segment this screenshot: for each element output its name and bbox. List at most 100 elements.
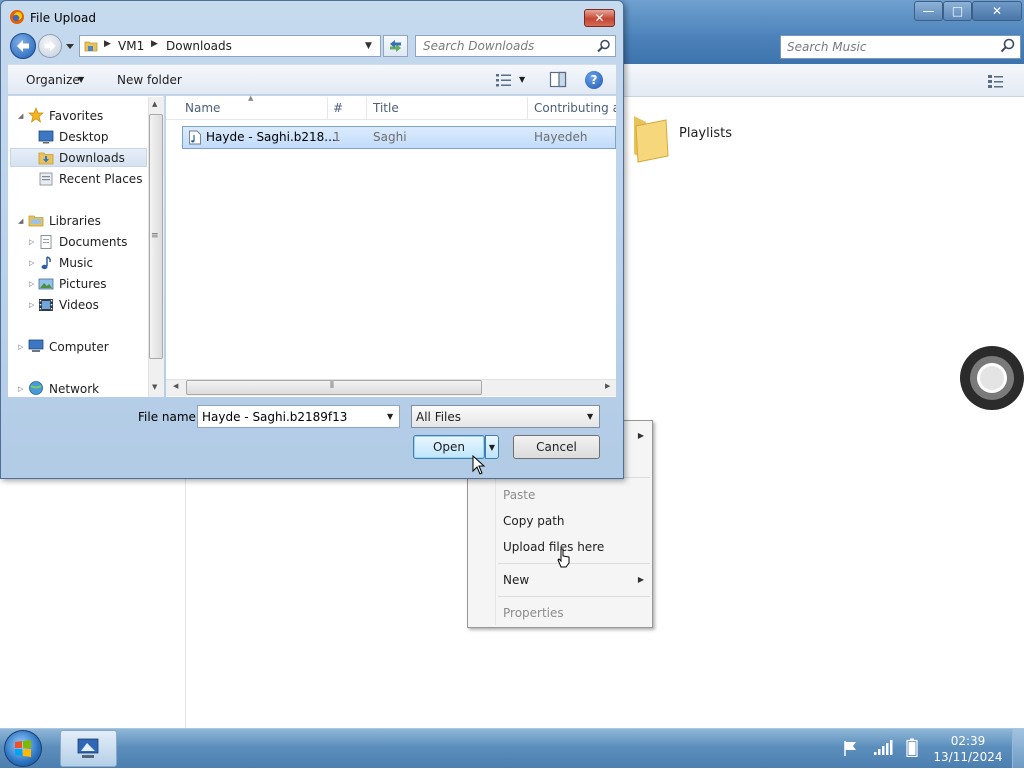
playlists-folder-label[interactable]: Playlists bbox=[679, 126, 732, 141]
folder-icon[interactable] bbox=[628, 112, 672, 164]
column-header-title[interactable]: Title bbox=[373, 101, 399, 115]
nav-item-libraries[interactable]: Libraries bbox=[49, 214, 101, 228]
arrow-right-icon bbox=[44, 40, 56, 52]
context-menu-item-new[interactable]: New bbox=[503, 573, 529, 587]
taskbar bbox=[0, 728, 1024, 768]
expand-triangle-icon[interactable]: ◢ bbox=[18, 112, 23, 120]
breadcrumb-chevron-icon[interactable]: ▶ bbox=[151, 39, 158, 49]
show-desktop-button[interactable] bbox=[1012, 729, 1024, 768]
chevron-down-icon[interactable]: ▼ bbox=[78, 75, 84, 84]
scroll-down-icon[interactable]: ▼ bbox=[152, 383, 157, 391]
refresh-icon bbox=[390, 40, 401, 52]
submenu-arrow-icon: ▶ bbox=[637, 431, 644, 440]
collapsed-triangle-icon[interactable]: ▷ bbox=[18, 343, 23, 351]
videos-icon bbox=[39, 299, 53, 311]
battery-icon[interactable] bbox=[906, 738, 918, 757]
column-header-name[interactable]: Name bbox=[185, 101, 220, 115]
desktop-icon bbox=[38, 130, 54, 144]
clock-time[interactable]: 02:39 bbox=[930, 734, 1006, 748]
context-menu-item-copy-path[interactable]: Copy path bbox=[503, 514, 565, 528]
file-name-input[interactable] bbox=[197, 405, 400, 428]
firefox-icon bbox=[10, 10, 24, 24]
music-note-icon bbox=[41, 256, 51, 270]
libraries-icon bbox=[28, 215, 44, 227]
change-view-icon[interactable] bbox=[494, 72, 514, 88]
scrollbar-grip-icon: ≡ bbox=[151, 231, 159, 241]
submenu-arrow-icon: ▶ bbox=[637, 575, 644, 584]
nav-item-favorites[interactable]: Favorites bbox=[49, 109, 103, 123]
dialog-close-button[interactable]: ✕ bbox=[584, 9, 615, 27]
column-separator[interactable] bbox=[366, 97, 367, 119]
nav-item-network[interactable]: Network bbox=[49, 382, 99, 396]
address-dropdown-icon[interactable]: ▼ bbox=[365, 41, 372, 51]
nav-item-recent-places[interactable]: Recent Places bbox=[59, 172, 142, 186]
nav-item-videos[interactable]: Videos bbox=[59, 298, 99, 312]
folder-icon bbox=[84, 41, 98, 52]
history-dropdown-icon[interactable] bbox=[65, 42, 75, 50]
nav-item-documents[interactable]: Documents bbox=[59, 235, 127, 249]
arrow-cursor-icon bbox=[472, 455, 486, 475]
downloads-search-placeholder: Search Downloads bbox=[423, 39, 535, 53]
new-folder-button[interactable]: New folder bbox=[117, 73, 182, 87]
column-header-contributing-artist[interactable]: Contributing art bbox=[534, 101, 616, 115]
horizontal-scrollbar-thumb[interactable] bbox=[186, 380, 482, 395]
collapsed-triangle-icon[interactable]: ▷ bbox=[29, 259, 34, 267]
breadcrumb-item-vm1[interactable]: VM1 bbox=[118, 39, 144, 53]
action-center-flag-icon[interactable] bbox=[842, 739, 860, 757]
search-icon[interactable] bbox=[596, 38, 612, 54]
explorer-app-icon bbox=[77, 738, 99, 758]
collapsed-triangle-icon[interactable]: ▷ bbox=[29, 301, 34, 309]
nav-item-desktop[interactable]: Desktop bbox=[59, 130, 109, 144]
file-type-select[interactable]: All Files bbox=[411, 405, 600, 428]
computer-icon bbox=[28, 339, 44, 352]
file-name-dropdown-icon[interactable]: ▼ bbox=[387, 412, 393, 421]
expand-triangle-icon[interactable]: ◢ bbox=[18, 217, 23, 225]
view-options-icon[interactable] bbox=[986, 72, 1006, 90]
column-header-number[interactable]: # bbox=[333, 101, 343, 115]
context-menu-item-paste[interactable]: Paste bbox=[503, 488, 535, 502]
column-separator[interactable] bbox=[527, 97, 528, 119]
file-name-cell[interactable]: Hayde - Saghi.b218... bbox=[206, 130, 336, 144]
scroll-up-icon[interactable]: ▲ bbox=[152, 100, 157, 108]
nav-item-music[interactable]: Music bbox=[59, 256, 93, 270]
chevron-down-icon[interactable]: ▼ bbox=[519, 75, 525, 84]
scroll-left-icon[interactable]: ◀ bbox=[173, 382, 178, 390]
maximize-button[interactable]: □ bbox=[943, 1, 972, 21]
file-type-dropdown-icon[interactable]: ▼ bbox=[587, 412, 593, 421]
hand-cursor-icon bbox=[557, 548, 570, 568]
column-separator[interactable] bbox=[327, 97, 328, 119]
close-button[interactable]: ✕ bbox=[972, 1, 1022, 21]
breadcrumb-item-downloads[interactable]: Downloads bbox=[166, 39, 232, 53]
network-signal-icon[interactable] bbox=[873, 740, 893, 756]
start-button[interactable] bbox=[4, 730, 42, 767]
refresh-button[interactable] bbox=[383, 35, 408, 57]
collapsed-triangle-icon[interactable]: ▷ bbox=[29, 238, 34, 246]
preview-pane-icon[interactable] bbox=[549, 71, 567, 88]
search-icon[interactable] bbox=[999, 37, 1017, 55]
scroll-right-icon[interactable]: ▶ bbox=[605, 382, 610, 390]
scrollbar-grip-icon: ⦀ bbox=[330, 381, 334, 391]
recent-places-icon bbox=[39, 172, 53, 186]
file-name-label: File name: bbox=[138, 410, 200, 424]
context-menu-item-properties[interactable]: Properties bbox=[503, 606, 564, 620]
open-options-dropdown-button[interactable]: ▼ bbox=[485, 435, 499, 459]
nav-item-downloads[interactable]: Downloads bbox=[59, 151, 125, 165]
sort-arrow-icon: ▲ bbox=[248, 94, 254, 102]
clock-date[interactable]: 13/11/2024 bbox=[930, 750, 1006, 764]
file-title-cell: Saghi bbox=[373, 130, 407, 144]
back-button[interactable] bbox=[10, 33, 36, 59]
organize-button[interactable]: Organize bbox=[26, 73, 80, 87]
taskbar-item-explorer[interactable] bbox=[60, 730, 117, 767]
nav-item-computer[interactable]: Computer bbox=[49, 340, 109, 354]
collapsed-triangle-icon[interactable]: ▷ bbox=[29, 280, 34, 288]
breadcrumb-chevron-icon[interactable]: ▶ bbox=[104, 39, 111, 49]
cancel-button[interactable]: Cancel bbox=[513, 435, 600, 459]
file-artist-cell: Hayedeh bbox=[534, 130, 588, 144]
context-menu-item-upload-files-here[interactable]: Upload files here bbox=[503, 540, 604, 554]
collapsed-triangle-icon[interactable]: ▷ bbox=[18, 385, 23, 393]
forward-button[interactable] bbox=[38, 34, 62, 58]
help-icon[interactable]: ? bbox=[585, 71, 603, 89]
nav-item-pictures[interactable]: Pictures bbox=[59, 277, 107, 291]
documents-icon bbox=[40, 235, 52, 249]
minimize-button[interactable]: — bbox=[914, 1, 943, 21]
